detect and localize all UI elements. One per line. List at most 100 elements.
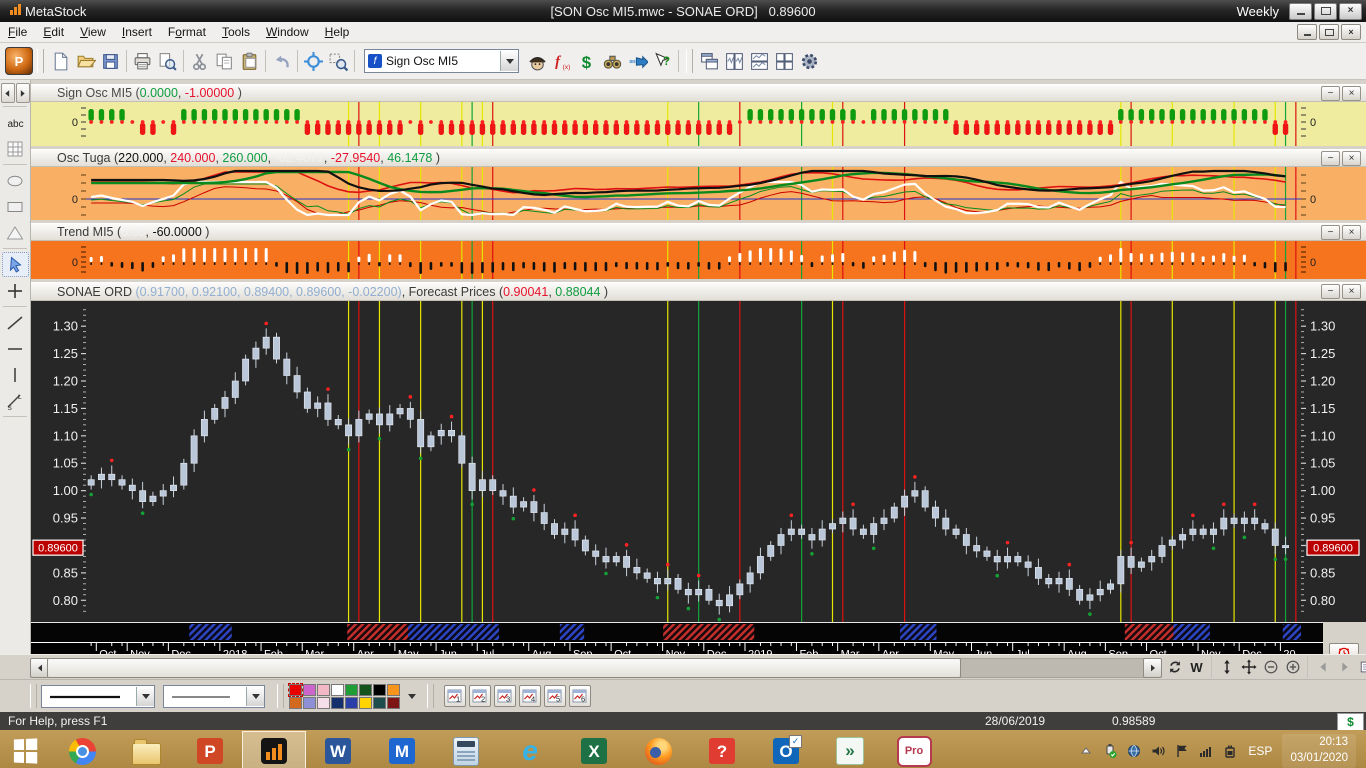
- ellipse-tool[interactable]: [2, 168, 29, 193]
- rectangle-tool[interactable]: [2, 194, 29, 219]
- start-button[interactable]: [0, 730, 50, 768]
- input-flag-icon[interactable]: [1174, 743, 1190, 759]
- panel-minimize-button[interactable]: −: [1321, 225, 1340, 240]
- taskbar-clock[interactable]: 20:13 03/01/2020: [1282, 734, 1356, 768]
- tile-vertical-button[interactable]: [722, 49, 747, 74]
- print-button[interactable]: [130, 49, 155, 74]
- line-style-dropdown[interactable]: [41, 684, 155, 708]
- power-icon[interactable]: [1222, 743, 1238, 759]
- restore-button[interactable]: [1314, 2, 1337, 20]
- color-swatch[interactable]: [331, 696, 344, 709]
- color-swatch[interactable]: [387, 696, 400, 709]
- layout-2-button[interactable]: 2: [469, 685, 491, 707]
- color-swatch[interactable]: [373, 683, 386, 696]
- scrollbar-thumb[interactable]: [47, 658, 961, 678]
- color-swatch[interactable]: [289, 696, 302, 709]
- panel-minimize-button[interactable]: −: [1321, 284, 1340, 299]
- menu-format[interactable]: Format: [160, 23, 214, 41]
- osc-tuga-chart[interactable]: 00: [31, 167, 1366, 220]
- minimize-button[interactable]: [1289, 2, 1312, 20]
- layout-1-button[interactable]: 1: [444, 685, 466, 707]
- price-panel-header[interactable]: SONAE ORD (0.91700, 0.92100, 0.89400, 0.…: [31, 282, 1366, 301]
- color-swatch[interactable]: [331, 683, 344, 696]
- layout-menu-button[interactable]: [1356, 657, 1366, 678]
- save-button[interactable]: [98, 49, 123, 74]
- color-swatch[interactable]: [345, 696, 358, 709]
- menu-edit[interactable]: Edit: [35, 23, 72, 41]
- taskbar-ms-project[interactable]: »: [818, 731, 882, 768]
- trend-mi5-chart[interactable]: 00: [31, 241, 1366, 279]
- triangle-tool[interactable]: [2, 220, 29, 245]
- search-button[interactable]: [600, 49, 625, 74]
- layout-3-button[interactable]: 3: [494, 685, 516, 707]
- taskbar-maxthon[interactable]: M: [370, 731, 434, 768]
- panel-minimize-button[interactable]: −: [1321, 86, 1340, 101]
- system-tester-button[interactable]: $: [575, 49, 600, 74]
- new-chart-button[interactable]: [48, 49, 73, 74]
- taskbar-powerpoint[interactable]: P: [178, 731, 242, 768]
- indicator-builder-button[interactable]: f (x): [550, 49, 575, 74]
- trendline-tool[interactable]: [2, 310, 29, 335]
- close-button[interactable]: ×: [1339, 2, 1362, 20]
- volume-icon[interactable]: [1150, 743, 1166, 759]
- taskbar-word[interactable]: W: [306, 731, 370, 768]
- color-swatch[interactable]: [303, 683, 316, 696]
- taskbar-help-viewer[interactable]: ?: [690, 731, 754, 768]
- cut-button[interactable]: [187, 49, 212, 74]
- expert-advisor-button[interactable]: [625, 49, 650, 74]
- color-swatch[interactable]: [373, 696, 386, 709]
- sign-osc-panel-header[interactable]: Sign Osc MI5 (0.0000, -1.00000 ) − ×: [31, 84, 1366, 102]
- menu-insert[interactable]: Insert: [114, 23, 160, 41]
- color-swatch[interactable]: [359, 683, 372, 696]
- trend-mi5-panel-header[interactable]: Trend MI5 (0.00, -60.0000 ) − ×: [31, 223, 1366, 241]
- vertical-line-tool[interactable]: [2, 362, 29, 387]
- panel-close-button[interactable]: ×: [1342, 86, 1361, 101]
- paste-button[interactable]: [237, 49, 262, 74]
- crosshair-button[interactable]: [301, 49, 326, 74]
- color-swatch[interactable]: [317, 696, 330, 709]
- price-chart[interactable]: 0.800.800.850.850.900.900.950.951.001.00…: [31, 301, 1366, 622]
- move-button[interactable]: [1238, 657, 1259, 678]
- color-swatch[interactable]: [288, 682, 303, 697]
- zoom-area-button[interactable]: [326, 49, 351, 74]
- sign-osc-chart[interactable]: 00: [31, 102, 1366, 146]
- next-button[interactable]: [1334, 657, 1355, 678]
- line-weight-dropdown[interactable]: [163, 684, 265, 708]
- taskbar-calculator[interactable]: [434, 731, 498, 768]
- child-restore-button[interactable]: [1319, 24, 1339, 40]
- context-help-button[interactable]: ?: [650, 49, 675, 74]
- scroll-right-button[interactable]: [1143, 658, 1162, 678]
- taskbar-firefox[interactable]: [626, 731, 690, 768]
- layout-6-button[interactable]: 6: [569, 685, 591, 707]
- panel-close-button[interactable]: ×: [1342, 225, 1361, 240]
- dropdown-arrow-icon[interactable]: [500, 51, 518, 71]
- prev-button[interactable]: [1312, 657, 1333, 678]
- crosshair-plus-tool[interactable]: [2, 278, 29, 303]
- color-swatch[interactable]: [303, 696, 316, 709]
- signal-icon[interactable]: [1198, 743, 1214, 759]
- menu-tools[interactable]: Tools: [214, 23, 258, 41]
- indicator-dropdown[interactable]: f Sign Osc MI5: [364, 49, 519, 73]
- color-swatch[interactable]: [359, 696, 372, 709]
- tile-grid-button[interactable]: [772, 49, 797, 74]
- open-button[interactable]: [73, 49, 98, 74]
- pointer-tool[interactable]: [1, 252, 29, 277]
- menu-window[interactable]: Window: [258, 23, 317, 41]
- child-close-button[interactable]: ×: [1341, 24, 1361, 40]
- taskbar-internet-explorer[interactable]: e: [498, 731, 562, 768]
- panel-close-button[interactable]: ×: [1342, 284, 1361, 299]
- menu-file[interactable]: File: [0, 23, 35, 41]
- layout-5-button[interactable]: 5: [544, 685, 566, 707]
- chart-options-button[interactable]: [797, 49, 822, 74]
- language-indicator[interactable]: ESP: [1248, 744, 1272, 758]
- network-icon[interactable]: [1126, 743, 1142, 759]
- copy-button[interactable]: [212, 49, 237, 74]
- refresh-button[interactable]: [1164, 657, 1185, 678]
- dropdown-arrow-icon[interactable]: [136, 686, 154, 706]
- osc-tuga-panel-header[interactable]: Osc Tuga (220.000, 240.000, 260.000, -62…: [31, 149, 1366, 167]
- dropdown-arrow-icon[interactable]: [246, 686, 264, 706]
- periodicity-button[interactable]: W: [1186, 657, 1207, 678]
- child-minimize-button[interactable]: [1297, 24, 1317, 40]
- hidden-icons-icon[interactable]: [1078, 743, 1094, 759]
- usb-device-icon[interactable]: [1102, 743, 1118, 759]
